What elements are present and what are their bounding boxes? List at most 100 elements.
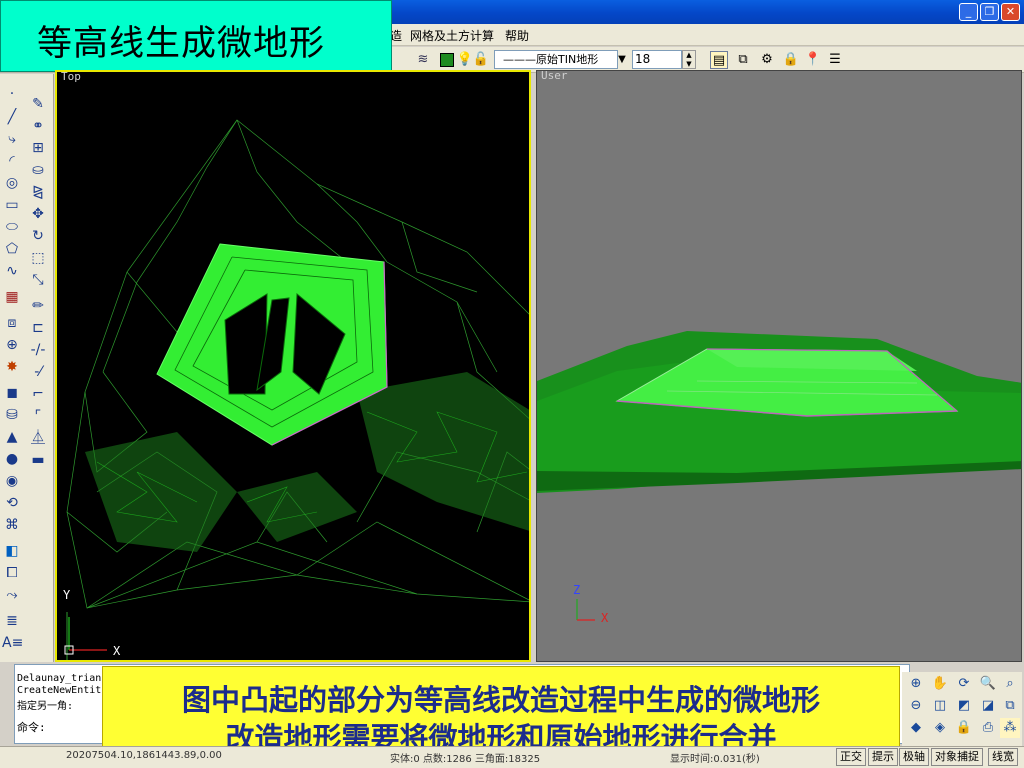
layer-stack-icon[interactable]: ☰ xyxy=(826,51,844,69)
hatch-icon[interactable]: ▦ xyxy=(2,287,22,307)
insert-icon[interactable]: ⊕ xyxy=(2,335,22,355)
box-icon[interactable]: ◼ xyxy=(2,383,22,403)
cylinder-icon[interactable]: ⛁ xyxy=(2,405,22,425)
print-icon[interactable]: ⎙ xyxy=(978,718,998,738)
trim-icon[interactable]: ⊏ xyxy=(28,318,48,338)
break-icon[interactable]: -⁄ xyxy=(28,362,48,382)
axis-z-label: Z xyxy=(573,583,581,597)
circle-icon[interactable]: ◎ xyxy=(2,173,22,193)
window-controls: _ ❐ ✕ xyxy=(959,3,1020,21)
layer-tree-icon[interactable]: ⚙ xyxy=(758,51,776,69)
view-side-icon[interactable]: ◪ xyxy=(978,696,998,716)
axis-x-label: X xyxy=(113,644,121,658)
rotate-icon[interactable]: ↻ xyxy=(28,226,48,246)
axis-x-label-3d: X xyxy=(601,611,609,625)
padlock-icon[interactable]: 🔒 xyxy=(782,51,800,69)
object-snap-toggle[interactable]: 对象捕捉 xyxy=(931,748,983,766)
minimize-button[interactable]: _ xyxy=(959,3,978,21)
extend-icon[interactable]: -/- xyxy=(28,340,48,360)
polygon-icon[interactable]: ⬠ xyxy=(2,239,22,259)
spline-icon[interactable]: ∿ xyxy=(2,261,22,281)
block-icon[interactable]: ⧈ xyxy=(2,313,22,333)
sweep-icon[interactable]: ⤳ xyxy=(2,585,22,605)
layer-props-icon[interactable]: ▤ xyxy=(710,51,728,69)
scale-icon[interactable]: ⬚ xyxy=(28,248,48,268)
layer-merge-icon[interactable]: ⧉ xyxy=(734,51,752,69)
menu-item-help[interactable]: 帮助 xyxy=(505,27,529,44)
dimension-icon[interactable]: ▬ xyxy=(28,450,48,470)
app-window: _ ❐ ✕ 造 网格及土方计算 帮助 ≋ 💡 🔓 ———原始TIN地形 ▼ 18… xyxy=(0,0,1024,768)
torus-icon[interactable]: ◉ xyxy=(2,471,22,491)
ellipse-icon[interactable]: ⬭ xyxy=(2,217,22,237)
offset-icon[interactable]: ⛀ xyxy=(28,160,48,180)
loft-icon[interactable]: ⌘ xyxy=(2,515,22,535)
chamfer-icon[interactable]: ⌐ xyxy=(28,384,48,404)
user-viewport[interactable]: User Z X xyxy=(536,70,1022,662)
zoom-window-icon[interactable]: 🔍 xyxy=(978,674,998,694)
move-icon[interactable]: ✥ xyxy=(28,204,48,224)
orbit-icon[interactable]: ⟳ xyxy=(954,674,974,694)
polyline-icon[interactable]: ⤷ xyxy=(2,129,22,149)
lock-view-icon[interactable]: 🔒 xyxy=(954,718,974,738)
arc-icon[interactable]: ◜ xyxy=(2,151,22,171)
menu-item-grid-earthwork[interactable]: 网格及土方计算 xyxy=(410,27,494,44)
extrude-icon[interactable]: ⧠ xyxy=(2,563,22,583)
command-input[interactable]: 命令: xyxy=(17,719,105,737)
cone-icon[interactable]: ▲ xyxy=(2,427,22,447)
text-style-icon[interactable]: A≡ xyxy=(2,633,23,653)
hint-toggle[interactable]: 提示 xyxy=(868,748,898,766)
value-spinner[interactable]: ▲ ▼ xyxy=(682,50,696,69)
pan-icon[interactable]: ✋ xyxy=(930,674,950,694)
lineweight-toggle[interactable]: 线宽 xyxy=(988,748,1018,766)
render-icon[interactable]: ◈ xyxy=(930,718,950,738)
status-entity-info: 实体:0 点数:1286 三角面:18325 xyxy=(390,754,541,765)
drawing-toolbar: · ╱ ⤷ ◜ ◎ ▭ ⬭ ⬠ ∿ ▦ ⧈ ⊕ ✸ ◼ ⛁ ▲ ● ◉ ⟲ ⌘ … xyxy=(0,74,54,662)
close-button[interactable]: ✕ xyxy=(1001,3,1020,21)
layers-panel-icon[interactable]: ≣ xyxy=(2,611,22,631)
zoom-extents-icon[interactable]: ⌕ xyxy=(1000,674,1020,694)
status-timing: 显示时间:0.031(秒) xyxy=(670,754,760,765)
polar-toggle[interactable]: 极轴 xyxy=(899,748,929,766)
terrain-3d-render xyxy=(537,331,1021,621)
command-history-line: Delaunay_trian xyxy=(17,673,102,684)
zoom-out-icon[interactable]: ⊖ xyxy=(906,696,926,716)
view-back-icon[interactable]: ⧉ xyxy=(1000,696,1020,716)
axis-y-label: Y xyxy=(63,588,71,602)
view-iso-icon[interactable]: ◩ xyxy=(954,696,974,716)
region-icon[interactable]: ◧ xyxy=(2,541,22,561)
view-front-icon[interactable]: ◫ xyxy=(930,696,950,716)
erase-icon[interactable]: ✎ xyxy=(28,94,48,114)
value-input[interactable]: 18 xyxy=(632,50,682,69)
line-icon[interactable]: ╱ xyxy=(2,107,22,127)
pin-icon[interactable]: 📍 xyxy=(804,51,822,69)
explode-icon[interactable]: ✸ xyxy=(2,357,22,377)
top-viewport[interactable]: Top Y X xyxy=(55,70,531,662)
fillet-icon[interactable]: ⌜ xyxy=(28,406,48,426)
layer-color-swatch[interactable] xyxy=(440,53,454,67)
sphere-icon[interactable]: ● xyxy=(2,449,22,469)
title-banner: 等高线生成微地形 xyxy=(0,0,392,72)
snap-grid-icon[interactable]: ⁂ xyxy=(1000,718,1020,738)
point-icon[interactable]: · xyxy=(2,84,22,104)
viewport-label-user: User xyxy=(541,70,568,82)
layer-select[interactable]: ———原始TIN地形 xyxy=(494,50,618,69)
tin-wireframe xyxy=(64,119,529,660)
copy-icon[interactable]: ⚭ xyxy=(28,116,48,136)
shade-icon[interactable]: ◆ xyxy=(906,718,926,738)
lock-icon[interactable]: 🔓 xyxy=(472,51,490,69)
viewport-label-top: Top xyxy=(61,70,81,83)
zoom-realtime-icon[interactable]: ⊕ xyxy=(906,674,926,694)
stretch-icon[interactable]: ⤡ xyxy=(28,270,48,290)
ortho-toggle[interactable]: 正交 xyxy=(836,748,866,766)
layers-icon[interactable]: ≋ xyxy=(414,51,432,69)
chevron-down-icon[interactable]: ▼ xyxy=(614,50,630,69)
mirror-icon[interactable]: ⧎ xyxy=(28,182,48,202)
array-icon[interactable]: ⊞ xyxy=(28,138,48,158)
rectangle-icon[interactable]: ▭ xyxy=(2,195,22,215)
revolve-icon[interactable]: ⟲ xyxy=(2,493,22,513)
pencil-icon[interactable]: ✏ xyxy=(28,296,48,316)
restore-button[interactable]: ❐ xyxy=(980,3,999,21)
caption-banner: 图中凸起的部分为等高线改造过程中生成的微地形 改造地形需要将微地形和原始地形进行… xyxy=(102,666,900,755)
status-bar: 20207504.10,1861443.89,0.00 实体:0 点数:1286… xyxy=(0,746,1024,768)
measure-icon[interactable]: ⏅ xyxy=(28,428,48,448)
